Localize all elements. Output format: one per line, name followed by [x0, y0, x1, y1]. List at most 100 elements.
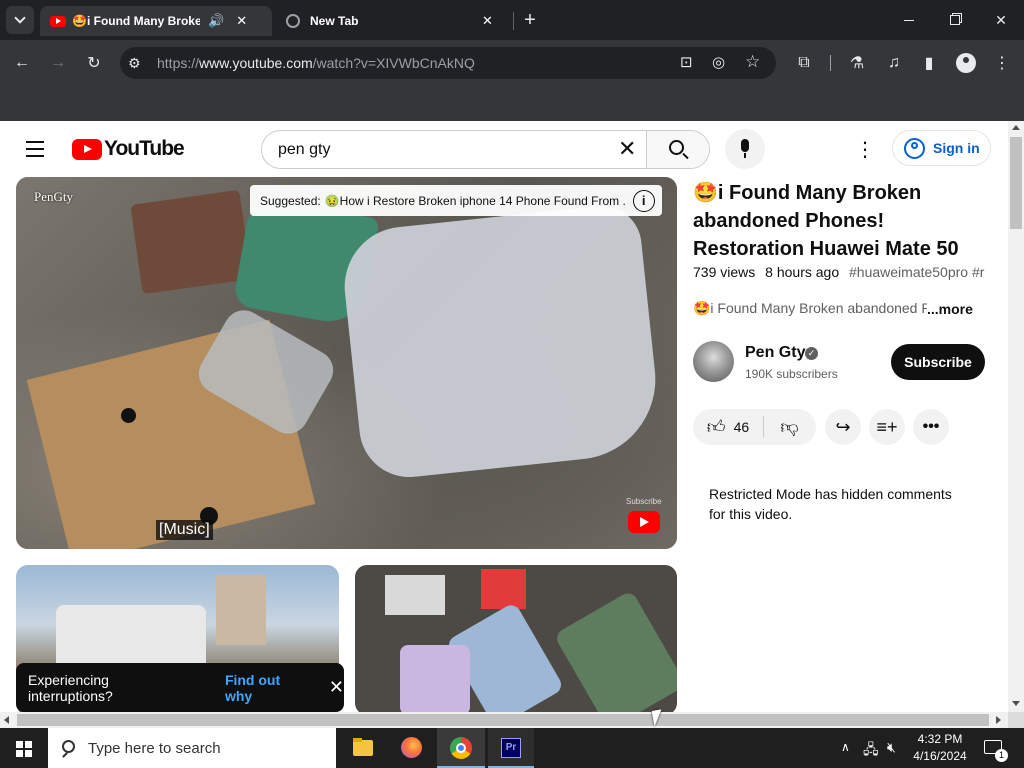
search-button[interactable] — [646, 131, 709, 168]
notification-center-button[interactable]: 1 — [978, 728, 1018, 768]
bookmark-star-icon[interactable]: ☆ — [745, 52, 760, 72]
notification-count-badge: 1 — [995, 749, 1008, 762]
like-button[interactable]: 👍︎ 46 — [694, 416, 764, 438]
playlist-add-icon: ≡+ — [876, 416, 898, 437]
horizontal-scrollbar[interactable] — [0, 712, 1008, 728]
minimize-icon — [904, 19, 914, 21]
scroll-down-arrow-icon[interactable] — [1012, 701, 1020, 706]
suggested-prefix: Suggested: — [260, 193, 321, 208]
tab-divider — [513, 12, 514, 30]
tab-youtube[interactable]: 🤩i Found Many Broken ab 🔊 ✕ — [40, 6, 272, 36]
youtube-page: YouTube pen gty ✕ ⋮ Sign in PenGty Sugge… — [0, 121, 1008, 712]
find-out-why-link[interactable]: Find out why — [225, 672, 311, 704]
install-app-icon[interactable]: ⊡ — [680, 53, 693, 71]
video-player[interactable]: PenGty Suggested: 🤢How i Restore Broken … — [16, 177, 677, 549]
scroll-right-arrow-icon[interactable] — [996, 716, 1001, 724]
channel-watermark: PenGty — [34, 189, 73, 204]
search-icon — [62, 740, 75, 753]
thumbs-down-icon: 👎︎ — [780, 417, 799, 437]
settings-more-icon[interactable]: ⋮ — [855, 137, 875, 162]
eye-off-icon[interactable]: ◎ — [712, 53, 725, 71]
scroll-up-arrow-icon[interactable] — [1012, 125, 1020, 130]
clear-search-icon[interactable]: ✕ — [618, 136, 636, 162]
sign-in-button[interactable]: Sign in — [892, 130, 991, 166]
labs-flask-icon[interactable]: ⚗ — [843, 49, 871, 77]
windows-logo-icon — [16, 741, 32, 757]
more-link[interactable]: ...more — [927, 301, 973, 317]
media-control-icon[interactable]: ♫ — [880, 49, 908, 77]
close-window-button[interactable]: ✕ — [978, 0, 1024, 40]
info-icon[interactable]: i — [632, 189, 655, 212]
file-explorer-icon[interactable] — [340, 728, 386, 768]
minimize-button[interactable] — [886, 0, 932, 40]
youtube-subscribe-watermark-icon[interactable] — [628, 511, 660, 533]
speaker-icon[interactable]: 🔊 — [208, 13, 224, 29]
more-actions-button[interactable]: ••• — [913, 409, 949, 445]
save-to-playlist-button[interactable]: ≡+ — [869, 409, 905, 445]
video-description[interactable]: 🤩i Found Many Broken abandoned P...more — [693, 300, 993, 317]
search-input[interactable]: pen gty — [278, 141, 330, 159]
firefox-icon[interactable] — [388, 728, 434, 768]
subscribe-button[interactable]: Subscribe — [891, 344, 985, 380]
hashtags-link[interactable]: #huaweimate50pro #r — [849, 264, 984, 280]
scroll-left-arrow-icon[interactable] — [4, 716, 9, 724]
suggested-video-card[interactable]: Suggested: 🤢How i Restore Broken iphone … — [250, 185, 662, 216]
dislike-button[interactable]: 👎︎ — [764, 416, 816, 438]
taskbar-search-box[interactable]: Type here to search — [48, 728, 336, 768]
tab-search-button[interactable] — [6, 6, 34, 34]
vertical-scrollbar[interactable] — [1008, 121, 1024, 712]
extensions-icon[interactable]: ⧉ — [790, 49, 818, 77]
close-tab-icon[interactable]: ✕ — [236, 13, 247, 29]
taskbar-date[interactable]: 4/16/2024 — [910, 749, 970, 763]
toast-close-icon[interactable]: ✕ — [329, 677, 344, 698]
forward-arrow-icon[interactable]: → — [44, 49, 72, 77]
tray-chevron-up-icon[interactable]: ∧ — [841, 740, 850, 754]
reload-icon[interactable]: ↻ — [80, 49, 108, 77]
subscriber-count: 190K subscribers — [745, 367, 838, 381]
search-box[interactable]: pen gty ✕ — [261, 130, 710, 169]
new-tab-plus-icon[interactable]: + — [520, 8, 540, 32]
restore-button[interactable] — [932, 0, 978, 40]
hamburger-menu-icon[interactable] — [26, 141, 46, 157]
taskbar-time[interactable]: 4:32 PM — [915, 732, 965, 746]
close-tab-icon[interactable]: ✕ — [482, 13, 493, 29]
search-icon — [669, 140, 684, 155]
url-scheme: https:// — [157, 55, 200, 71]
restore-icon — [950, 15, 960, 25]
voice-search-button[interactable] — [725, 129, 765, 169]
channel-avatar[interactable] — [693, 341, 734, 382]
thumbnail-card[interactable] — [355, 565, 677, 712]
more-horizontal-icon: ••• — [922, 418, 940, 435]
channel-name[interactable]: Pen Gty — [745, 344, 805, 362]
back-arrow-icon[interactable]: ← — [8, 49, 36, 77]
youtube-wordmark: YouTube — [104, 137, 185, 160]
upload-age: 8 hours ago — [765, 264, 840, 280]
network-icon[interactable]: 🖧︎ — [863, 739, 879, 763]
chrome-taskbar-icon[interactable] — [437, 728, 485, 768]
close-icon: ✕ — [995, 11, 1007, 28]
windows-start-button[interactable] — [0, 728, 48, 768]
side-panel-icon[interactable]: ▮ — [915, 49, 943, 77]
horizontal-scroll-thumb[interactable] — [17, 714, 989, 726]
scrollbar-corner — [1008, 712, 1024, 728]
verified-badge-icon: ✓ — [805, 347, 818, 360]
view-count: 739 views — [693, 264, 756, 280]
premiere-pro-icon[interactable]: Pr — [488, 728, 534, 768]
like-dislike-group: 👍︎ 46 👎︎ — [693, 409, 816, 445]
site-info-icon[interactable]: ⚙ — [128, 55, 141, 72]
video-title: 🤩i Found Many Broken abandoned Phones! R… — [693, 182, 959, 260]
tab-new-tab[interactable]: New Tab ✕ — [276, 6, 508, 36]
youtube-logo[interactable]: YouTube — [72, 137, 185, 161]
youtube-favicon-icon — [50, 15, 66, 27]
profile-avatar-icon[interactable] — [952, 49, 980, 77]
browser-menu-icon[interactable]: ⋮ — [988, 49, 1016, 77]
suggested-title: 🤢How i Restore Broken iphone 14 Phone Fo… — [324, 193, 625, 208]
taskbar-search-placeholder: Type here to search — [88, 740, 221, 757]
bookmark-bar — [0, 86, 1024, 121]
toolbar-divider — [830, 55, 831, 71]
volume-muted-icon[interactable]: 🔇︎ — [887, 739, 896, 756]
address-bar[interactable]: ⚙ https://www.youtube.com/watch?v=XIVWbC… — [120, 47, 776, 79]
vertical-scroll-thumb[interactable] — [1010, 137, 1022, 229]
share-button[interactable]: ↪ — [825, 409, 861, 445]
url-host: www.youtube.com — [199, 55, 313, 71]
